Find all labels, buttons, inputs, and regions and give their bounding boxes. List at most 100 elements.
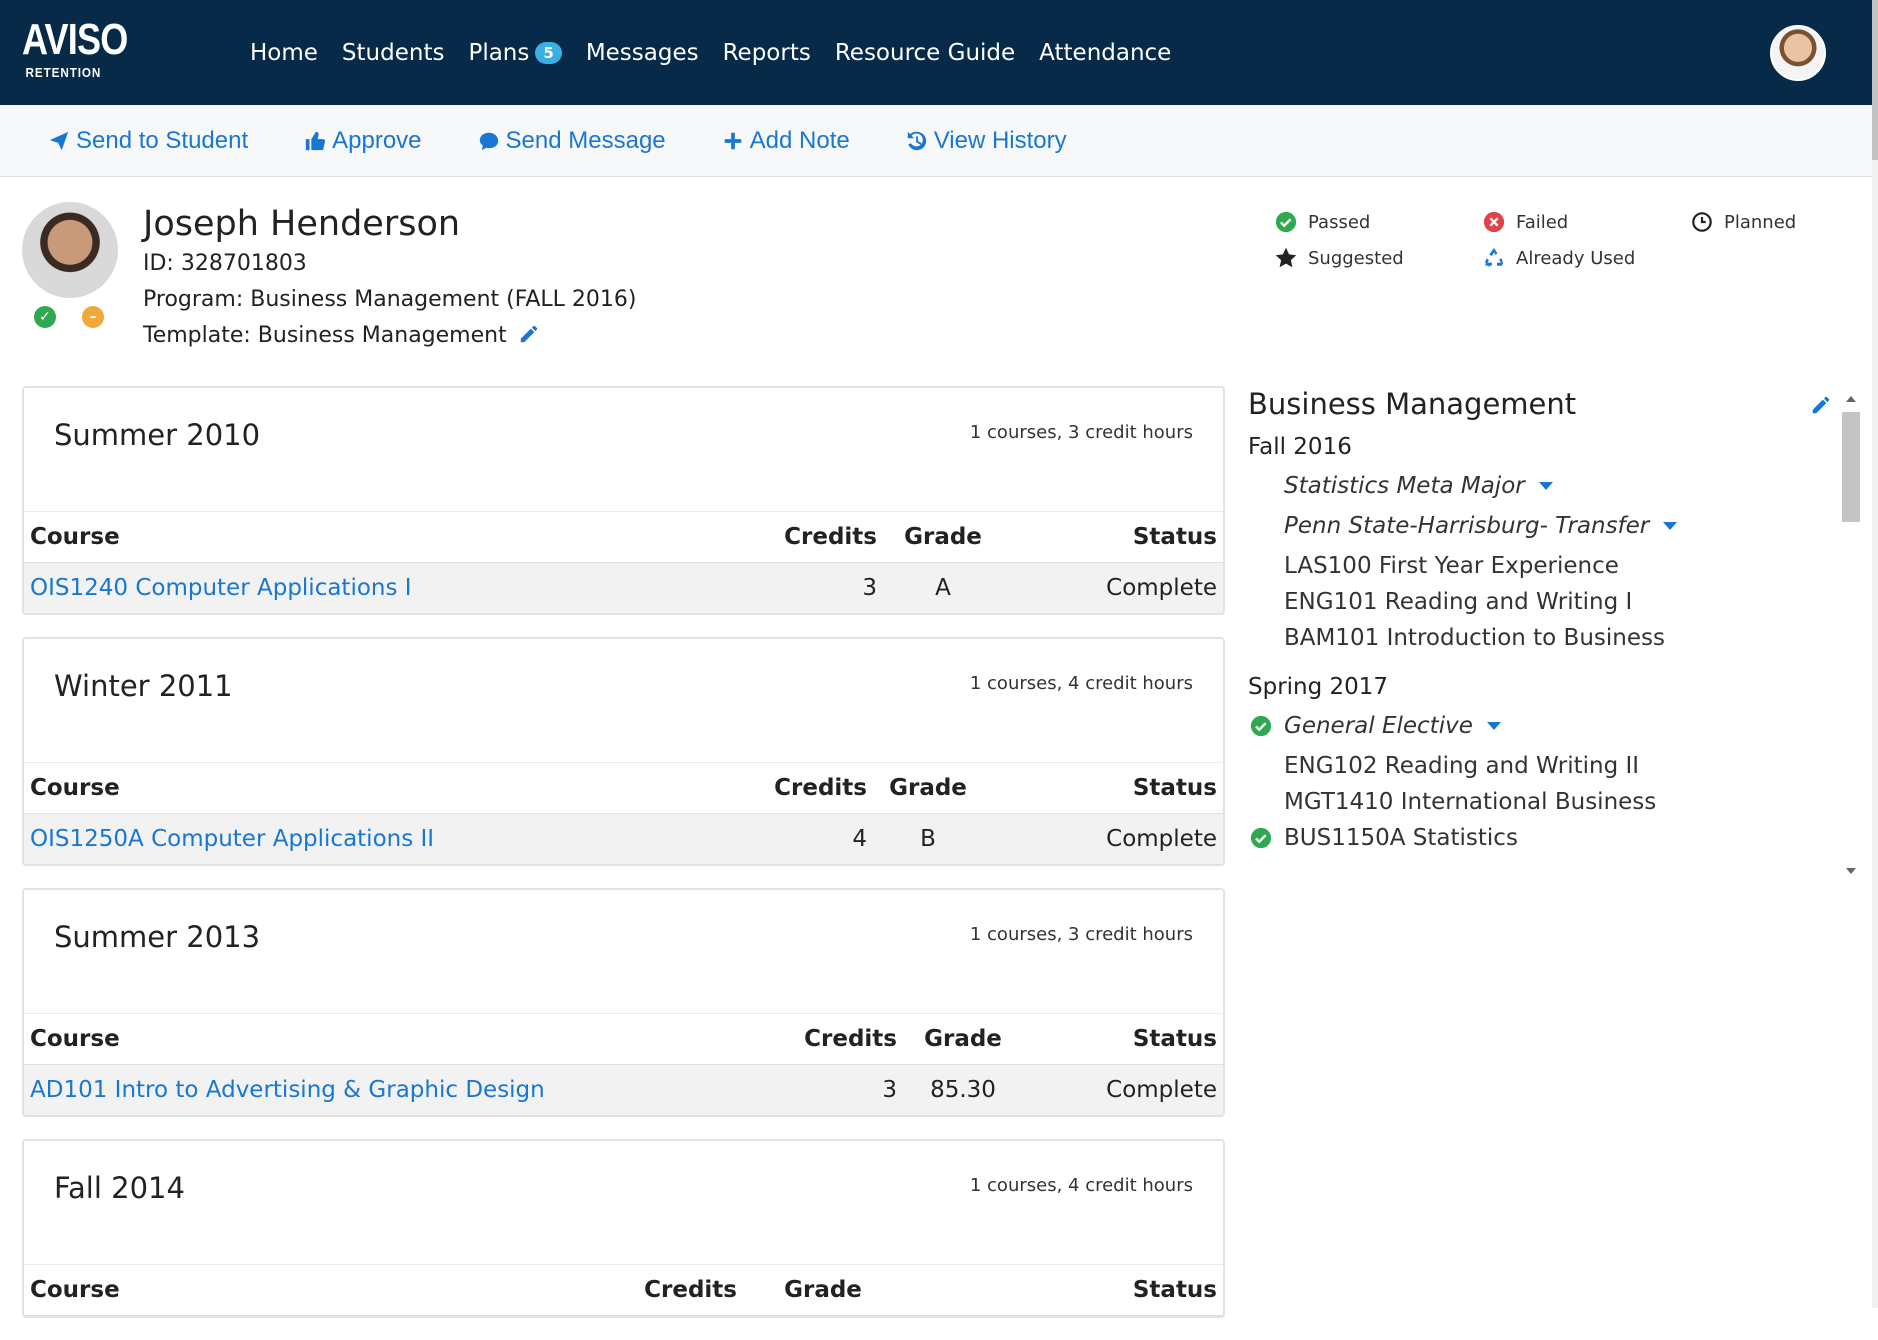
nav-attendance[interactable]: Attendance: [1039, 40, 1171, 66]
table-row: AD101 Intro to Advertising & Graphic Des…: [24, 1064, 1223, 1115]
term-title: Summer 2013: [54, 920, 261, 954]
student-info: Joseph Henderson ID: 328701803 Program: …: [143, 202, 637, 354]
table-header-row: Course Credits Grade Status: [24, 763, 1223, 814]
legend-suggested: Suggested: [1274, 246, 1482, 270]
plan-course: MGT1410 International Business: [1284, 789, 1657, 815]
scroll-up-arrow-icon[interactable]: [1842, 390, 1860, 408]
main-nav: Home Students Plans 5 Messages Reports Re…: [250, 0, 1171, 105]
plan-group-dropdown[interactable]: Statistics Meta Major: [1248, 468, 1848, 504]
check-circle-icon: [1250, 827, 1272, 849]
term-card: Fall 2014 1 courses, 4 credit hours Cour…: [22, 1139, 1225, 1318]
student-id: ID: 328701803: [143, 251, 307, 276]
course-link[interactable]: AD101 Intro to Advertising & Graphic Des…: [30, 1077, 545, 1103]
plus-icon: [724, 132, 741, 149]
table-header-row: Course Credits Grade Status: [24, 512, 1223, 563]
send-message-button[interactable]: Send Message: [478, 127, 666, 155]
caret-down-icon[interactable]: [1663, 522, 1678, 530]
plan-scrollbar[interactable]: [1842, 390, 1860, 880]
history-icon: [907, 131, 926, 150]
plan-group-dropdown[interactable]: General Elective: [1248, 708, 1848, 744]
speech-bubble-icon: [479, 132, 498, 150]
legend-already-used: Already Used: [1482, 246, 1690, 270]
table-row: OIS1240 Computer Applications I 3 A Comp…: [24, 562, 1223, 613]
scroll-down-arrow-icon[interactable]: [1842, 862, 1860, 880]
caret-down-icon[interactable]: [1538, 482, 1553, 490]
term-header: Fall 2014 1 courses, 4 credit hours: [24, 1141, 1223, 1265]
page-scrollbar-thumb[interactable]: [1872, 0, 1878, 160]
student-template: Template: Business Management: [143, 318, 637, 354]
plan-course: ENG102 Reading and Writing II: [1284, 753, 1640, 779]
term-title: Winter 2011: [54, 669, 233, 703]
action-toolbar: Send to Student Approve Send Message Add…: [0, 105, 1872, 177]
nav-resource-guide[interactable]: Resource Guide: [835, 40, 1015, 66]
course-link[interactable]: OIS1250A Computer Applications II: [30, 826, 434, 852]
user-avatar[interactable]: [1770, 25, 1826, 81]
term-header: Winter 2011 1 courses, 4 credit hours: [24, 639, 1223, 763]
course-table: Course Credits Grade Status AD101 Intro …: [24, 1014, 1223, 1115]
minus-circle-icon: –: [82, 306, 104, 328]
student-program: Program: Business Management (FALL 2016): [143, 287, 637, 312]
term-summary: 1 courses, 4 credit hours: [969, 1175, 1193, 1196]
course-table: Course Credits Grade Status: [24, 1265, 1223, 1316]
legend-planned: Planned: [1690, 210, 1834, 234]
pencil-icon[interactable]: [518, 323, 540, 345]
recycle-icon: [1485, 248, 1503, 267]
page-scrollbar[interactable]: [1872, 0, 1878, 1308]
check-circle-icon: [1275, 211, 1297, 233]
course-link[interactable]: OIS1240 Computer Applications I: [30, 575, 412, 601]
top-nav-bar: AVISO RETENTION Home Students Plans 5 Mes…: [0, 0, 1872, 105]
nav-plans[interactable]: Plans 5: [468, 40, 562, 66]
plan-term-fall: Fall 2016: [1248, 434, 1352, 460]
course-table: Course Credits Grade Status OIS1250A Com…: [24, 763, 1223, 864]
term-summary: 1 courses, 3 credit hours: [969, 924, 1193, 945]
plans-count-badge: 5: [535, 41, 562, 64]
clock-icon: [1692, 212, 1712, 232]
student-photo-block: ✓ –: [22, 202, 118, 328]
send-to-student-button[interactable]: Send to Student: [48, 127, 248, 155]
plan-title: Business Management: [1248, 387, 1577, 421]
student-photo: [22, 202, 118, 298]
plan-course: ENG101 Reading and Writing I: [1284, 589, 1633, 615]
nav-home[interactable]: Home: [250, 40, 318, 66]
thumbs-up-icon: [305, 131, 326, 150]
x-circle-icon: [1483, 211, 1505, 233]
check-circle-icon: [1250, 715, 1272, 737]
term-card: Summer 2013 1 courses, 3 credit hours Co…: [22, 888, 1225, 1117]
term-header: Summer 2013 1 courses, 3 credit hours: [24, 890, 1223, 1014]
term-card: Summer 2010 1 courses, 3 credit hours Co…: [22, 386, 1225, 615]
table-row: OIS1250A Computer Applications II 4 B Co…: [24, 813, 1223, 864]
term-summary: 1 courses, 3 credit hours: [969, 422, 1193, 443]
term-summary: 1 courses, 4 credit hours: [969, 673, 1193, 694]
aviso-logo[interactable]: AVISO RETENTION: [22, 18, 128, 84]
approve-button[interactable]: Approve: [304, 127, 422, 155]
add-note-button[interactable]: Add Note: [722, 127, 850, 155]
pencil-icon[interactable]: [1810, 394, 1832, 416]
nav-messages[interactable]: Messages: [586, 40, 699, 66]
student-name: Joseph Henderson: [143, 204, 461, 244]
star-icon: [1275, 247, 1297, 268]
plan-panel: Business Management Fall 2016 Statistics…: [1248, 386, 1848, 880]
legend-failed: Failed: [1482, 210, 1690, 234]
status-legend: Passed Failed Planned Suggested Already …: [1274, 210, 1834, 270]
term-title: Fall 2014: [54, 1171, 185, 1205]
table-header-row: Course Credits Grade Status: [24, 1014, 1223, 1065]
plan-group-dropdown[interactable]: Penn State-Harrisburg- Transfer: [1248, 508, 1848, 544]
plan-course: BUS1150A Statistics: [1248, 820, 1848, 856]
term-title: Summer 2010: [54, 418, 261, 452]
nav-reports[interactable]: Reports: [723, 40, 811, 66]
plan-course: BAM101 Introduction to Business: [1284, 625, 1665, 651]
legend-passed: Passed: [1274, 210, 1482, 234]
nav-students[interactable]: Students: [342, 40, 445, 66]
paper-plane-icon: [49, 131, 69, 150]
term-header: Summer 2010 1 courses, 3 credit hours: [24, 388, 1223, 512]
course-table: Course Credits Grade Status OIS1240 Comp…: [24, 512, 1223, 613]
plan-scrollbar-thumb[interactable]: [1842, 412, 1860, 522]
check-circle-icon: ✓: [34, 306, 56, 328]
completed-terms-list: Summer 2010 1 courses, 3 credit hours Co…: [22, 386, 1225, 1340]
view-history-button[interactable]: View History: [906, 127, 1067, 155]
caret-down-icon[interactable]: [1486, 722, 1501, 730]
term-card: Winter 2011 1 courses, 4 credit hours Co…: [22, 637, 1225, 866]
student-status-icons: ✓ –: [34, 306, 104, 328]
plan-term-spring: Spring 2017: [1248, 674, 1389, 700]
plan-course: LAS100 First Year Experience: [1284, 553, 1619, 579]
